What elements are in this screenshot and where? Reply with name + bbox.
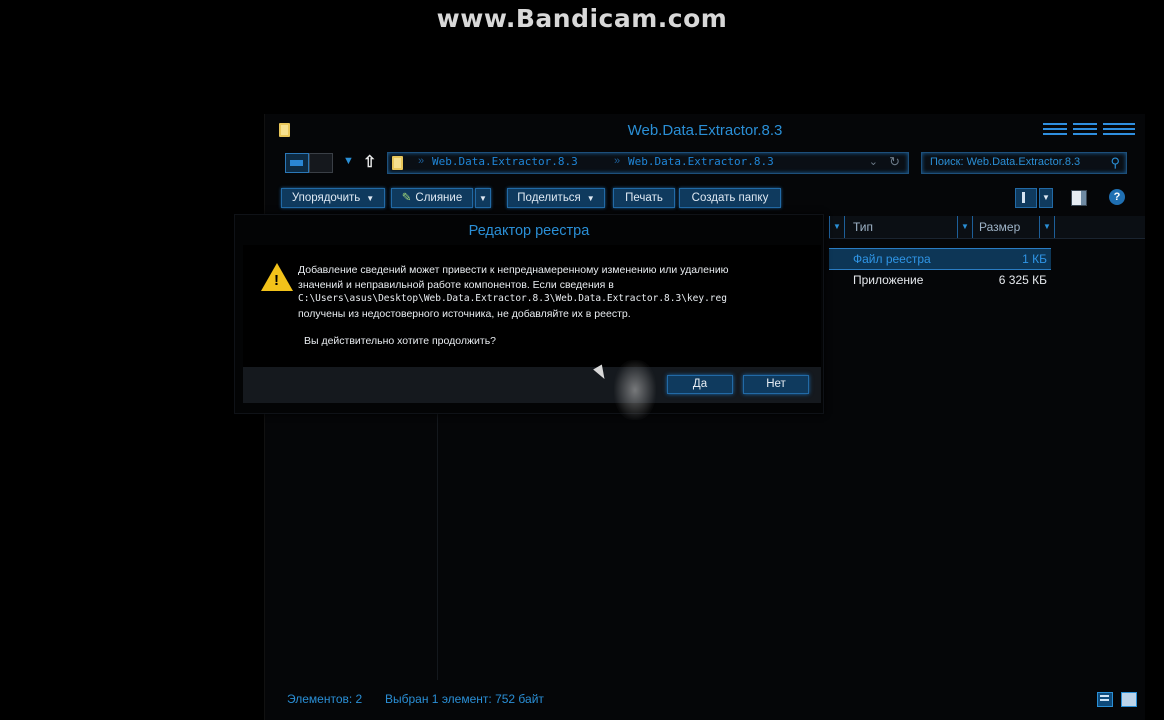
breadcrumb-separator[interactable]: » [418, 155, 424, 167]
command-bar: Упорядочить ▼ ✎ Слияние ▼ Поделиться ▼ Печа… [281, 188, 1141, 208]
merge-label: Слияние [415, 192, 463, 204]
breadcrumb-item[interactable]: Web.Data.Extractor.8.3 [432, 155, 578, 168]
message-line: получены из недостоверного источника, не… [298, 307, 631, 320]
message-line: значений и неправильной работе компонент… [298, 278, 614, 291]
maximize-button[interactable] [1073, 122, 1097, 136]
chevron-down-icon[interactable]: ⌄ [869, 155, 878, 168]
refresh-icon[interactable]: ↻ [889, 154, 900, 170]
file-type: Приложение [853, 273, 924, 287]
status-item-count: Элементов: 2 [287, 692, 363, 706]
recent-locations-dropdown[interactable]: ▼ [343, 155, 354, 167]
view-dropdown[interactable]: ▼ [1039, 188, 1053, 208]
merge-icon: ✎ [401, 192, 412, 204]
folder-icon [392, 156, 403, 170]
column-type[interactable]: Тип [853, 216, 873, 238]
view-options-icon[interactable] [1015, 188, 1037, 208]
search-icon[interactable]: ⚲ [1110, 155, 1120, 171]
message-line: Добавление сведений может привести к неп… [298, 264, 729, 276]
up-arrow-icon[interactable]: ⇧ [363, 152, 376, 172]
window-controls [1043, 122, 1135, 136]
navigation-bar: ▼ ⇧ » Web.Data.Extractor.8.3 » Web.Data.… [283, 152, 1133, 174]
merge-button[interactable]: ✎ Слияние [391, 188, 473, 208]
close-button[interactable] [1103, 122, 1135, 136]
column-dropdown[interactable]: ▼ [957, 216, 973, 238]
search-input[interactable]: Поиск: Web.Data.Extractor.8.3 [930, 156, 1080, 168]
column-size[interactable]: Размер [979, 216, 1020, 238]
warning-mark: ! [274, 272, 279, 289]
share-label: Поделиться [517, 192, 581, 204]
dialog-footer: Да Нет [243, 367, 821, 403]
organize-label: Упорядочить [291, 192, 361, 204]
cursor-highlight [614, 360, 656, 420]
file-row[interactable]: Файл реестра 1 КБ [829, 248, 1051, 270]
column-dropdown[interactable]: ▼ [829, 216, 845, 238]
yes-button[interactable]: Да [667, 375, 733, 394]
new-folder-button[interactable]: Создать папку [679, 188, 781, 208]
file-size: 6 325 КБ [998, 273, 1047, 287]
file-row[interactable]: Приложение 6 325 КБ [829, 270, 1051, 290]
explorer-window: Web.Data.Extractor.8.3 ▼ ⇧ » Web.Data.Ex… [264, 114, 1145, 720]
dialog-message: Добавление сведений может привести к неп… [298, 263, 798, 321]
minimize-button[interactable] [1043, 122, 1067, 136]
column-header: ▼ Тип ▼ Размер ▼ [829, 216, 1145, 239]
column-dropdown[interactable]: ▼ [1039, 216, 1055, 238]
print-button[interactable]: Печать [613, 188, 675, 208]
message-path: C:\Users\asus\Desktop\Web.Data.Extractor… [298, 293, 727, 304]
file-size: 1 КБ [1022, 252, 1047, 266]
search-box[interactable]: Поиск: Web.Data.Extractor.8.3 ⚲ [921, 152, 1127, 174]
dialog-question: Вы действительно хотите продолжить? [304, 335, 497, 347]
preview-pane-icon[interactable] [1071, 190, 1087, 206]
status-selection: Выбран 1 элемент: 752 байт [385, 692, 544, 706]
bandicam-watermark: www.Bandicam.com [436, 4, 728, 33]
help-icon[interactable]: ? [1109, 189, 1125, 205]
breadcrumb-separator[interactable]: » [614, 155, 620, 167]
organize-button[interactable]: Упорядочить ▼ [281, 188, 385, 208]
dialog-title: Редактор реестра [468, 223, 590, 239]
forward-button[interactable] [309, 153, 333, 173]
window-title: Web.Data.Extractor.8.3 [627, 122, 783, 139]
share-button[interactable]: Поделиться ▼ [507, 188, 605, 208]
details-view-icon[interactable] [1097, 692, 1113, 707]
breadcrumb-item[interactable]: Web.Data.Extractor.8.3 [628, 155, 774, 168]
back-button[interactable] [285, 153, 309, 173]
navigation-pane-divider[interactable] [437, 410, 438, 680]
large-icons-view-icon[interactable] [1121, 692, 1137, 707]
no-button[interactable]: Нет [743, 375, 809, 394]
dialog-body: ! Добавление сведений может привести к н… [243, 245, 821, 367]
file-type: Файл реестра [853, 252, 931, 266]
merge-dropdown[interactable]: ▼ [475, 188, 491, 208]
registry-editor-dialog: Редактор реестра ! Добавление сведений м… [234, 214, 824, 414]
address-bar[interactable]: » Web.Data.Extractor.8.3 » Web.Data.Extr… [387, 152, 909, 174]
